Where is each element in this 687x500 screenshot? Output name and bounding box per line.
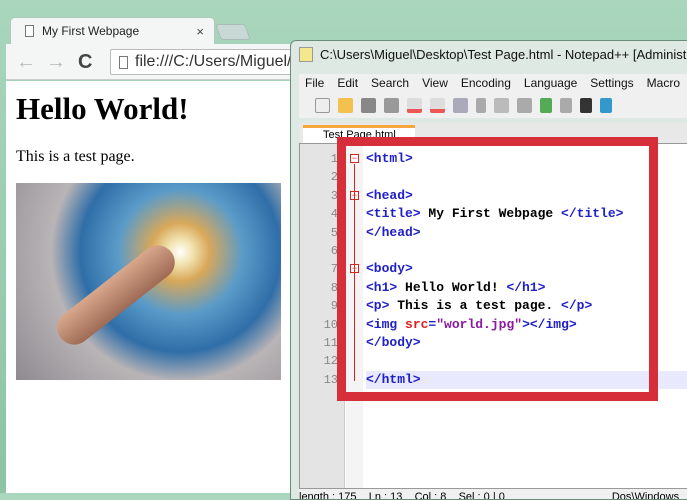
browser-window: My First Webpage × ← → C file:///C:/User… bbox=[0, 0, 310, 493]
print-icon[interactable] bbox=[453, 97, 468, 113]
menu-file[interactable]: File bbox=[305, 74, 324, 92]
new-file-icon[interactable] bbox=[315, 97, 330, 113]
replace-icon[interactable] bbox=[600, 97, 612, 113]
line-number: 1 bbox=[330, 152, 338, 166]
line-number: 7 bbox=[330, 262, 338, 277]
menu-settings[interactable]: Settings bbox=[590, 74, 633, 92]
save-icon[interactable] bbox=[361, 97, 376, 113]
cut-icon[interactable] bbox=[476, 97, 486, 113]
line-number: 6 bbox=[330, 244, 338, 258]
new-tab-button[interactable] bbox=[215, 24, 251, 40]
tab-title: My First Webpage bbox=[42, 24, 140, 38]
copy-icon[interactable] bbox=[494, 97, 509, 113]
line-number: 11 bbox=[323, 336, 338, 350]
line-number: 5 bbox=[330, 225, 338, 240]
save-all-icon[interactable] bbox=[384, 97, 399, 113]
reload-icon[interactable]: C bbox=[78, 51, 92, 74]
menu-search[interactable]: Search bbox=[371, 74, 409, 92]
toolbar bbox=[299, 92, 687, 118]
menu-language[interactable]: Language bbox=[524, 74, 577, 92]
line-number: 2 bbox=[330, 170, 338, 185]
line-number: 9 bbox=[330, 299, 338, 314]
paste-icon[interactable] bbox=[517, 97, 532, 113]
highlight-box bbox=[337, 137, 658, 401]
line-number: 3 bbox=[330, 188, 338, 203]
browser-toolbar: ← → C file:///C:/Users/Miguel/Desktop/Te… bbox=[6, 44, 310, 80]
page-content: Hello World! This is a test page. bbox=[6, 81, 300, 493]
notepad-icon bbox=[299, 47, 313, 62]
menu-encoding[interactable]: Encoding bbox=[461, 74, 511, 92]
line-number: 13 bbox=[323, 372, 338, 387]
forward-icon[interactable]: → bbox=[46, 51, 66, 74]
close-all-icon[interactable] bbox=[430, 97, 445, 113]
close-icon[interactable] bbox=[407, 97, 422, 113]
undo-icon[interactable] bbox=[540, 97, 552, 113]
menu-edit[interactable]: Edit bbox=[337, 74, 358, 92]
title-bar: C:\Users\Miguel\Desktop\Test Page.html -… bbox=[299, 47, 687, 62]
close-tab-icon[interactable]: × bbox=[196, 24, 204, 39]
address-bar[interactable]: file:///C:/Users/Miguel/Desktop/Test Pag… bbox=[110, 49, 310, 75]
page-icon bbox=[25, 25, 34, 37]
page-paragraph: This is a test page. bbox=[16, 148, 135, 165]
line-number: 8 bbox=[330, 280, 338, 295]
status-bar: length : 175 Ln : 13 Col : 8 Sel : 0 | 0… bbox=[299, 489, 687, 499]
line-number: 4 bbox=[330, 207, 338, 222]
menu-bar: File Edit Search View Encoding Language Settin… bbox=[299, 74, 687, 92]
browser-tab[interactable]: My First Webpage × bbox=[10, 17, 215, 44]
page-heading: Hello World! bbox=[16, 91, 189, 126]
redo-icon[interactable] bbox=[560, 97, 572, 113]
globe-image bbox=[16, 183, 281, 380]
line-number: 10 bbox=[323, 317, 338, 332]
window-title: C:\Users\Miguel\Desktop\Test Page.html -… bbox=[320, 47, 687, 62]
address-text: file:///C:/Users/Miguel/Desktop/Test Pag… bbox=[135, 53, 309, 70]
file-icon bbox=[119, 55, 128, 69]
open-file-icon[interactable] bbox=[338, 97, 353, 113]
finger-image bbox=[50, 238, 182, 352]
line-number: 12 bbox=[323, 354, 338, 369]
menu-view[interactable]: View bbox=[422, 74, 448, 92]
find-icon[interactable] bbox=[580, 97, 592, 113]
menu-macro[interactable]: Macro bbox=[647, 74, 680, 92]
back-icon[interactable]: ← bbox=[16, 51, 36, 74]
